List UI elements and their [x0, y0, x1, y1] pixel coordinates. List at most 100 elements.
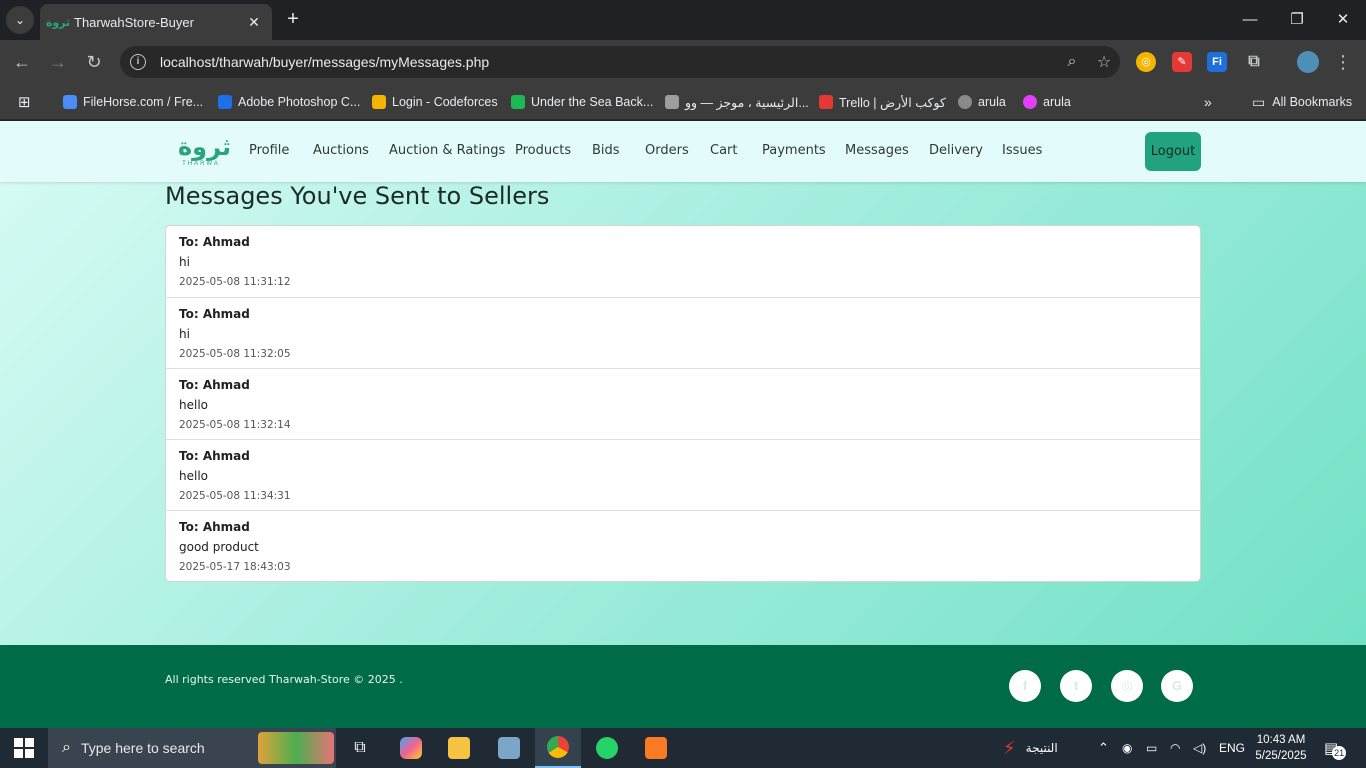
- message-body: hi: [179, 327, 190, 341]
- copyright-text: All rights reserved Tharwah-Store © 2025…: [165, 673, 403, 686]
- tab-title: TharwahStore-Buyer: [74, 14, 194, 30]
- bookmark-arula-1[interactable]: arula: [958, 92, 1006, 112]
- wifi-icon[interactable]: ◠: [1170, 728, 1180, 768]
- battery-icon[interactable]: ▭: [1146, 728, 1157, 768]
- site-logo[interactable]: ثروة THARWA: [178, 135, 231, 171]
- copilot-icon[interactable]: [388, 728, 434, 768]
- browser-menu-icon[interactable]: ⋮: [1331, 50, 1355, 74]
- bookmark-codeforces[interactable]: Login - Codeforces: [372, 92, 498, 112]
- reload-icon[interactable]: ↻: [82, 50, 106, 74]
- messages-list: To: Ahmad hi 2025-05-08 11:31:12 To: Ahm…: [165, 225, 1201, 582]
- weather-logo-icon: ⚡: [1003, 737, 1016, 758]
- browser-toolbar: ← → ↻ i localhost/tharwah/buyer/messages…: [0, 40, 1366, 84]
- message-item: To: Ahmad hi 2025-05-08 11:31:12: [166, 226, 1200, 297]
- chrome-taskbar-icon[interactable]: [535, 728, 581, 768]
- xampp-icon[interactable]: [633, 728, 679, 768]
- profile-avatar[interactable]: [1297, 51, 1319, 73]
- browser-tab-active[interactable]: ثروة TharwahStore-Buyer ✕: [40, 4, 272, 40]
- extensions-puzzle-icon[interactable]: ⧉: [1244, 52, 1264, 72]
- meet-now-icon[interactable]: ◉: [1122, 728, 1132, 768]
- all-bookmarks-folder[interactable]: ▭ All Bookmarks: [1252, 92, 1352, 112]
- extension-fi-icon[interactable]: Fi: [1207, 52, 1227, 72]
- bookmark-under-the-sea[interactable]: Under the Sea Back...: [511, 92, 653, 112]
- nav-link-orders[interactable]: Orders: [645, 143, 689, 158]
- nav-link-payments[interactable]: Payments: [762, 143, 826, 158]
- tray-overflow-chevron-icon[interactable]: ⌃: [1098, 728, 1109, 768]
- back-icon[interactable]: ←: [10, 50, 34, 74]
- bookmark-favicon-icon: [1023, 95, 1037, 109]
- input-language[interactable]: ENG: [1219, 728, 1245, 768]
- nav-link-issues[interactable]: Issues: [1002, 143, 1042, 158]
- message-timestamp: 2025-05-08 11:32:05: [179, 348, 291, 360]
- notifications-icon[interactable]: ▤ 21: [1324, 728, 1347, 768]
- taskbar-search-box[interactable]: ⌕ Type here to search: [48, 728, 336, 768]
- volume-icon[interactable]: ◁): [1193, 728, 1206, 768]
- task-view-icon[interactable]: ⧉: [337, 728, 383, 768]
- nav-link-bids[interactable]: Bids: [592, 143, 620, 158]
- weather-widget[interactable]: ⚡ النتيجة: [1003, 728, 1058, 768]
- page-title: Messages You've Sent to Sellers: [165, 182, 550, 210]
- new-tab-icon[interactable]: +: [282, 8, 304, 30]
- message-timestamp: 2025-05-08 11:32:14: [179, 419, 291, 431]
- message-body: good product: [179, 540, 259, 554]
- facebook-icon[interactable]: f: [1009, 670, 1041, 702]
- bookmark-favicon-icon: [958, 95, 972, 109]
- taskbar-clock[interactable]: 10:43 AM 5/25/2025: [1252, 732, 1310, 764]
- message-recipient: To: Ahmad: [179, 378, 250, 392]
- search-icon: ⌕: [62, 739, 71, 756]
- bookmark-arula-2[interactable]: arula: [1023, 92, 1071, 112]
- address-bar[interactable]: i localhost/tharwah/buyer/messages/myMes…: [120, 46, 1120, 78]
- nav-link-auctions[interactable]: Auctions: [313, 143, 369, 158]
- restore-icon[interactable]: ❐: [1283, 8, 1311, 32]
- site-info-icon[interactable]: i: [130, 54, 146, 70]
- message-recipient: To: Ahmad: [179, 520, 250, 534]
- bookmark-star-icon[interactable]: ☆: [1088, 52, 1120, 72]
- search-highlight-image-icon: [258, 732, 334, 764]
- taskbar-search-placeholder: Type here to search: [80, 740, 205, 756]
- message-timestamp: 2025-05-08 11:34:31: [179, 490, 291, 502]
- extension-chrome-icon[interactable]: ◎: [1136, 52, 1156, 72]
- file-explorer-icon[interactable]: [436, 728, 482, 768]
- page-viewport: ثروة THARWA Profile Auctions Auction & R…: [0, 121, 1366, 728]
- bookmark-favicon-icon: [665, 95, 679, 109]
- bookmark-trello[interactable]: Trello | كوكب الأرض: [819, 92, 946, 112]
- extension-pdf-icon[interactable]: ✎: [1172, 52, 1192, 72]
- message-body: hello: [179, 469, 208, 483]
- windows-start-icon[interactable]: [14, 738, 34, 758]
- logo-english-text: THARWA: [182, 161, 220, 167]
- nav-link-delivery[interactable]: Delivery: [929, 143, 983, 158]
- url-text[interactable]: localhost/tharwah/buyer/messages/myMessa…: [160, 54, 1056, 70]
- apps-grid-icon[interactable]: ⊞: [18, 92, 31, 112]
- whatsapp-icon[interactable]: [584, 728, 630, 768]
- zoom-search-icon[interactable]: ⌕: [1056, 53, 1088, 71]
- nav-link-profile[interactable]: Profile: [249, 143, 289, 158]
- twitter-icon[interactable]: t: [1060, 670, 1092, 702]
- nav-link-auction-ratings[interactable]: Auction & Ratings: [389, 143, 505, 158]
- browser-tab-strip: ⌄ ثروة TharwahStore-Buyer ✕ + — ❐ ✕: [0, 0, 1366, 40]
- message-item: To: Ahmad hi 2025-05-08 11:32:05: [166, 297, 1200, 368]
- google-icon[interactable]: G: [1161, 670, 1193, 702]
- bookmarks-bar: ⊞ FileHorse.com / Fre... Adobe Photoshop…: [0, 84, 1366, 120]
- minimize-icon[interactable]: —: [1236, 8, 1264, 32]
- site-footer: All rights reserved Tharwah-Store © 2025…: [0, 645, 1366, 728]
- logout-button[interactable]: Logout: [1145, 132, 1201, 171]
- instagram-icon[interactable]: ◎: [1111, 670, 1143, 702]
- nav-link-products[interactable]: Products: [515, 143, 571, 158]
- bookmark-filehorse[interactable]: FileHorse.com / Fre...: [63, 92, 203, 112]
- clock-date: 5/25/2025: [1255, 750, 1307, 762]
- message-timestamp: 2025-05-08 11:31:12: [179, 276, 291, 288]
- bookmark-favicon-icon: [511, 95, 525, 109]
- folder-icon: ▭: [1252, 93, 1266, 110]
- close-window-icon[interactable]: ✕: [1329, 8, 1357, 32]
- message-recipient: To: Ahmad: [179, 449, 250, 463]
- site-navbar: ثروة THARWA Profile Auctions Auction & R…: [0, 121, 1366, 182]
- close-tab-icon[interactable]: ✕: [246, 14, 262, 31]
- tab-search-dropdown-icon[interactable]: ⌄: [6, 6, 34, 34]
- nav-link-messages[interactable]: Messages: [845, 143, 909, 158]
- bookmark-photoshop[interactable]: Adobe Photoshop C...: [218, 92, 360, 112]
- forward-icon[interactable]: →: [46, 50, 70, 74]
- snipping-tool-icon[interactable]: [486, 728, 532, 768]
- nav-link-cart[interactable]: Cart: [710, 143, 738, 158]
- bookmark-arabic-feed[interactable]: الرئيسية ، موجز — وو...: [665, 92, 809, 112]
- more-bookmarks-chevron-icon[interactable]: »: [1204, 92, 1212, 112]
